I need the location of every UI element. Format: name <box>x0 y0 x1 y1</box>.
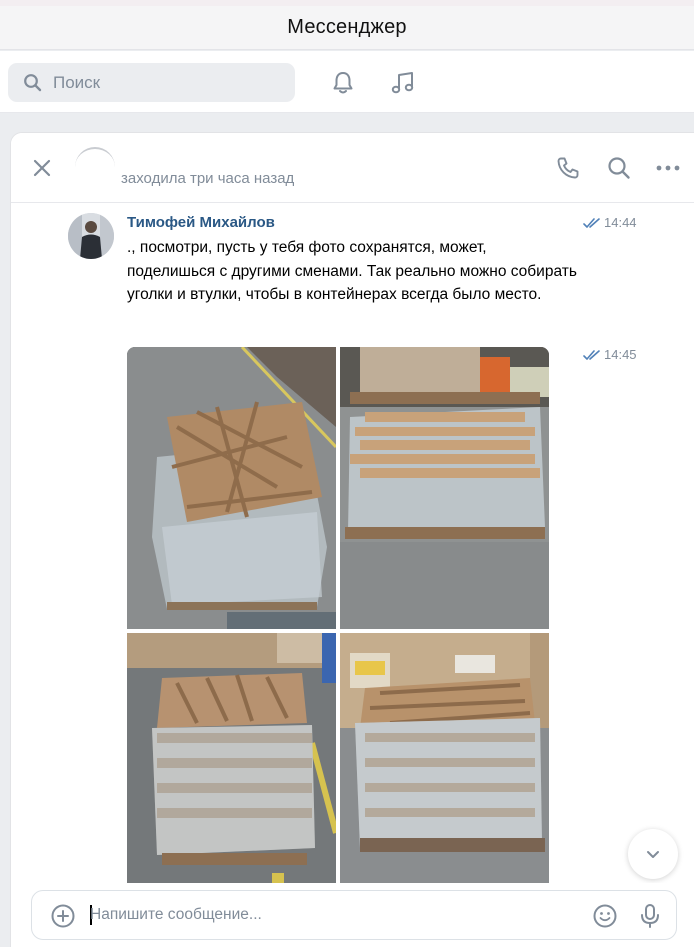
search-in-chat-icon[interactable] <box>605 154 633 182</box>
photo-attachment[interactable] <box>127 633 336 893</box>
search-icon <box>24 73 42 91</box>
message-text: ., посмотри, пусть у тебя фото сохранятс… <box>127 239 577 303</box>
microphone-icon[interactable] <box>637 902 663 930</box>
message-time-text: 14:44 <box>604 215 637 230</box>
close-icon[interactable] <box>28 154 56 182</box>
photo-attachment[interactable] <box>127 347 336 629</box>
more-icon[interactable] <box>654 154 682 182</box>
scroll-down-button[interactable] <box>628 829 678 879</box>
composer-area: Напишите сообщение... <box>11 883 694 947</box>
app-title-bar: Мессенджер <box>0 6 694 50</box>
message-time: 14:44 <box>583 215 637 230</box>
attach-plus-icon[interactable] <box>50 903 76 929</box>
contact-avatar[interactable] <box>75 147 115 187</box>
read-check-icon <box>583 349 600 360</box>
music-icon[interactable] <box>389 69 417 97</box>
read-check-icon <box>583 217 600 228</box>
message-placeholder: Напишите сообщение... <box>90 906 262 923</box>
message-input[interactable]: Напишите сообщение... <box>31 890 677 940</box>
search-field[interactable]: Поиск <box>8 63 295 102</box>
chat-window: заходила три часа назад Тимофей Михайлов <box>10 132 694 947</box>
phone-icon[interactable] <box>554 154 582 182</box>
bell-icon[interactable] <box>329 69 357 97</box>
photo-attachment[interactable] <box>340 633 549 893</box>
app-title: Мессенджер <box>287 16 407 38</box>
message-time-text: 14:45 <box>604 347 637 362</box>
toolbar: Поиск <box>0 51 694 113</box>
search-placeholder: Поиск <box>53 72 101 92</box>
photo-attachment[interactable] <box>340 347 549 629</box>
author-avatar[interactable] <box>68 213 114 259</box>
emoji-icon[interactable] <box>592 903 618 929</box>
chevron-down-icon <box>647 851 659 858</box>
message-author[interactable]: Тимофей Михайлов <box>127 214 275 231</box>
contact-status: заходила три часа назад <box>121 170 295 187</box>
message-time: 14:45 <box>583 347 637 362</box>
chat-header: заходила три часа назад <box>11 133 694 203</box>
